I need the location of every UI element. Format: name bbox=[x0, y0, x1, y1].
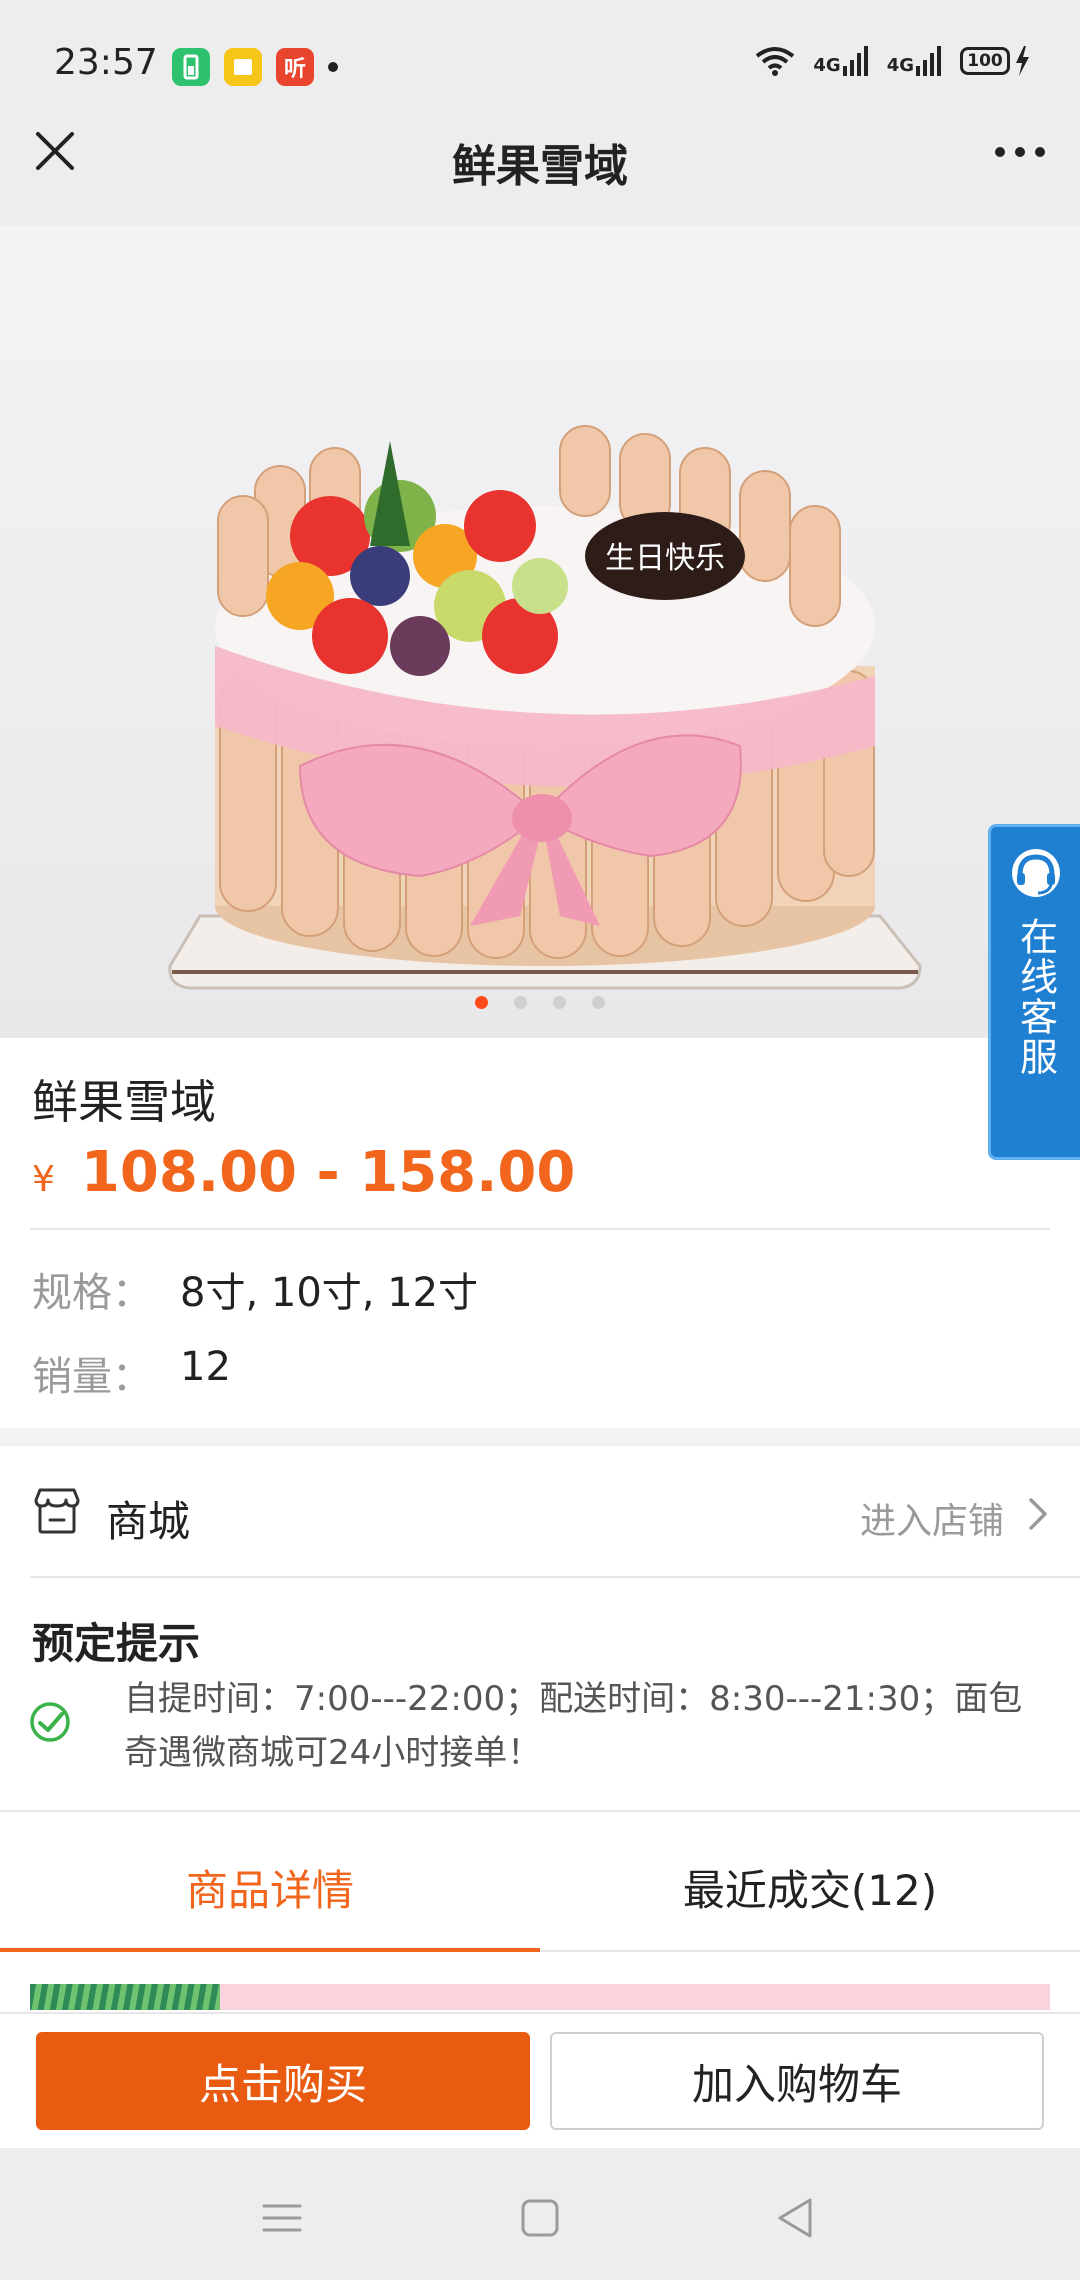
online-service-label: 在线客服 bbox=[1013, 917, 1058, 1077]
system-nav-bar bbox=[0, 2148, 1080, 2280]
shop-label: 商城 bbox=[106, 1497, 191, 1546]
signal-label-1: 4G bbox=[813, 55, 841, 76]
price-value: 108.00 - 158.00 bbox=[80, 1140, 576, 1205]
price-currency: ¥ bbox=[32, 1159, 55, 1200]
action-bar: 点击购买 加入购物车 bbox=[0, 2012, 1080, 2148]
online-service-button[interactable]: 在线客服 bbox=[988, 824, 1080, 1160]
sales-value: 12 bbox=[180, 1344, 231, 1390]
wifi-icon bbox=[756, 47, 795, 76]
buy-button[interactable]: 点击购买 bbox=[36, 2032, 530, 2130]
add-to-cart-button[interactable]: 加入购物车 bbox=[550, 2032, 1044, 2130]
divider bbox=[0, 1810, 1080, 1812]
status-indicators: 4G 4G 100 bbox=[755, 46, 1030, 76]
signal-icon-1: 4G bbox=[813, 46, 868, 76]
carousel-dot-active[interactable] bbox=[475, 996, 488, 1009]
check-circle-icon bbox=[30, 1702, 70, 1742]
tab-product-details[interactable]: 商品详情 bbox=[0, 1830, 540, 1952]
menu-icon[interactable] bbox=[252, 2188, 312, 2248]
divider bbox=[30, 1576, 1080, 1578]
product-name: 鲜果雪域 bbox=[32, 1075, 216, 1129]
home-icon[interactable] bbox=[510, 2188, 570, 2248]
battery-level: 100 bbox=[960, 47, 1010, 75]
product-image-carousel[interactable]: 生日快乐 bbox=[0, 226, 1080, 1038]
status-notification-icons: 听 bbox=[172, 48, 338, 86]
leaf-decoration bbox=[30, 1984, 220, 2010]
enter-store-link[interactable]: 进入店铺 bbox=[860, 1492, 1004, 1544]
signal-label-2: 4G bbox=[886, 55, 914, 76]
battery-app-icon bbox=[172, 48, 210, 86]
product-price: ¥ 108.00 - 158.00 bbox=[32, 1140, 575, 1205]
battery-icon: 100 bbox=[960, 46, 1030, 76]
chevron-right-icon bbox=[1029, 1498, 1047, 1530]
more-icon[interactable] bbox=[990, 132, 1050, 172]
carousel-dot[interactable] bbox=[592, 996, 605, 1009]
signal-icon-2: 4G bbox=[887, 46, 942, 76]
cake-image: 生日快乐 bbox=[168, 425, 922, 990]
tab-recent-deals[interactable]: 最近成交(12) bbox=[540, 1830, 1080, 1950]
spec-label: 规格： bbox=[32, 1270, 152, 1316]
detail-image-preview bbox=[30, 1984, 1050, 2010]
sales-label: 销量： bbox=[32, 1354, 152, 1400]
spec-value: 8寸, 10寸, 12寸 bbox=[180, 1270, 479, 1316]
page-title: 鲜果雪域 bbox=[452, 141, 628, 192]
detail-tabs: 商品详情 最近成交(12) bbox=[0, 1830, 1080, 1952]
back-icon[interactable] bbox=[766, 2188, 826, 2248]
spec-row: 规格： 8寸, 10寸, 12寸 bbox=[32, 1260, 478, 1318]
divider bbox=[30, 1228, 1050, 1230]
listen-app-icon: 听 bbox=[276, 48, 314, 86]
notice-title: 预定提示 bbox=[32, 1619, 201, 1668]
sales-row: 销量： 12 bbox=[32, 1344, 231, 1402]
store-icon bbox=[34, 1488, 80, 1534]
notice-text: 自提时间：7:00---22:00；配送时间：8:30---21:30；面包奇遇… bbox=[124, 1679, 1023, 1773]
section-gap bbox=[0, 1428, 1080, 1446]
cake-topper-text: 生日快乐 bbox=[605, 541, 725, 576]
carousel-dot[interactable] bbox=[553, 996, 566, 1009]
notes-app-icon bbox=[224, 48, 262, 86]
status-time: 23:57 bbox=[54, 42, 158, 83]
carousel-dots bbox=[0, 996, 1080, 1009]
nav-bar: 鲜果雪域 bbox=[0, 96, 1080, 226]
shop-row[interactable]: 商城 进入店铺 bbox=[0, 1448, 1080, 1576]
more-notifications-dot bbox=[328, 62, 338, 72]
carousel-dot[interactable] bbox=[514, 996, 527, 1009]
headset-icon bbox=[1011, 849, 1060, 897]
